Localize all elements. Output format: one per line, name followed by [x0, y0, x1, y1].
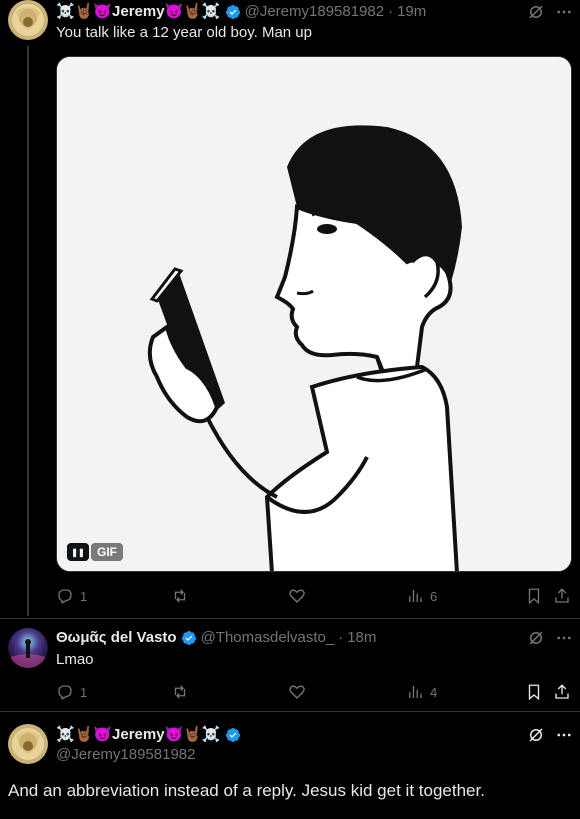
- display-name[interactable]: Jeremy: [112, 3, 165, 20]
- reply-icon: [58, 685, 72, 700]
- handle[interactable]: @Jeremy189581982: [56, 746, 195, 763]
- share-button[interactable]: [553, 683, 571, 701]
- heart-icon: [289, 589, 305, 603]
- grok-icon[interactable]: [527, 629, 545, 647]
- tweet-text: And an abbreviation instead of a reply. …: [8, 781, 485, 800]
- timestamp[interactable]: 18m: [347, 629, 376, 646]
- grok-icon[interactable]: [527, 3, 545, 21]
- views-icon: [409, 686, 422, 698]
- bookmark-button[interactable]: [525, 683, 543, 701]
- tweet-1[interactable]: ☠️🤘🏾😈 Jeremy 😈🤘🏾☠️ @Jeremy189581982 · 19…: [0, 0, 580, 618]
- reply-button[interactable]: 1: [56, 587, 87, 605]
- avatar[interactable]: [8, 0, 48, 40]
- reply-count: 1: [80, 684, 88, 700]
- repost-button[interactable]: [171, 683, 189, 701]
- separator-dot: ·: [388, 3, 394, 20]
- name-emoji-prefix: ☠️🤘🏾😈: [56, 726, 113, 743]
- reply-button[interactable]: 1: [56, 683, 87, 701]
- verified-badge-icon: [181, 630, 196, 645]
- tweet-3[interactable]: ☠️🤘🏾😈 Jeremy 😈🤘🏾☠️ @Jeremy189581982: [0, 712, 580, 819]
- tweet-header: ☠️🤘🏾😈 Jeremy 😈🤘🏾☠️: [56, 726, 245, 743]
- grok-icon[interactable]: [527, 726, 545, 744]
- tweet-actions: 1 6: [56, 587, 572, 607]
- handle-row: @Jeremy189581982: [56, 746, 195, 763]
- repost-button[interactable]: [171, 587, 189, 605]
- display-name[interactable]: Θωμᾶς del Vasto: [56, 629, 177, 646]
- verified-badge-icon: [225, 4, 240, 19]
- more-options-icon[interactable]: [555, 629, 573, 647]
- views-count: 4: [430, 684, 438, 700]
- like-button[interactable]: [288, 683, 306, 701]
- more-options-icon[interactable]: [555, 3, 573, 21]
- bookmark-button[interactable]: [525, 587, 543, 605]
- bookmark-icon: [528, 588, 540, 605]
- share-icon: [555, 588, 569, 603]
- reply-icon: [58, 589, 72, 604]
- tweet-actions: 1 4: [56, 683, 572, 703]
- like-button[interactable]: [288, 587, 306, 605]
- name-emoji-suffix: 😈🤘🏾☠️: [164, 726, 221, 743]
- views-button[interactable]: 4: [406, 683, 437, 701]
- timestamp[interactable]: 19m: [397, 3, 426, 20]
- tweet-header: ☠️🤘🏾😈 Jeremy 😈🤘🏾☠️ @Jeremy189581982 · 19…: [56, 3, 426, 20]
- repost-icon: [174, 589, 186, 603]
- name-emoji-suffix: 😈🤘🏾☠️: [164, 3, 221, 20]
- share-icon: [555, 684, 569, 699]
- verified-badge-icon: [225, 727, 240, 742]
- avatar[interactable]: [8, 628, 48, 668]
- gif-image: [57, 57, 571, 571]
- handle[interactable]: @Thomasdelvasto_: [201, 629, 335, 646]
- name-emoji-prefix: ☠️🤘🏾😈: [56, 3, 113, 20]
- views-icon: [409, 590, 422, 602]
- separator-dot: ·: [338, 629, 344, 646]
- views-count: 6: [430, 588, 438, 604]
- tweet-header: Θωμᾶς del Vasto @Thomasdelvasto_ · 18m: [56, 629, 376, 646]
- more-options-icon[interactable]: [555, 726, 573, 744]
- gif-badge[interactable]: ❚❚ GIF: [67, 543, 123, 561]
- display-name[interactable]: Jeremy: [112, 726, 165, 743]
- bookmark-icon: [528, 684, 540, 701]
- tweet-text: You talk like a 12 year old boy. Man up: [56, 24, 312, 41]
- gif-label: GIF: [91, 543, 123, 561]
- views-button[interactable]: 6: [406, 587, 437, 605]
- avatar[interactable]: [8, 724, 48, 764]
- tweet-text: Lmao: [56, 651, 94, 668]
- gif-media[interactable]: ❚❚ GIF: [56, 56, 572, 572]
- handle[interactable]: @Jeremy189581982: [245, 3, 384, 20]
- pause-icon[interactable]: ❚❚: [67, 543, 89, 561]
- tweet-2[interactable]: Θωμᾶς del Vasto @Thomasdelvasto_ · 18m L…: [0, 619, 580, 711]
- heart-icon: [289, 685, 305, 699]
- repost-icon: [174, 685, 186, 699]
- reply-count: 1: [80, 588, 88, 604]
- share-button[interactable]: [553, 587, 571, 605]
